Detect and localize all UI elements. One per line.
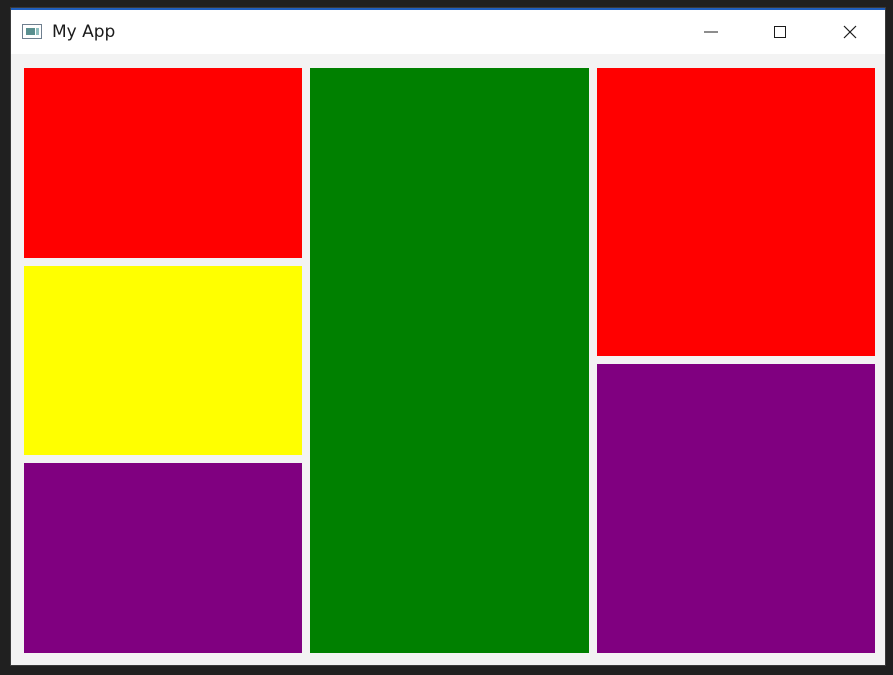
close-icon xyxy=(843,25,857,39)
left-bottom-panel xyxy=(24,463,302,653)
right-top-panel xyxy=(597,68,875,356)
left-top-panel xyxy=(24,68,302,258)
right-bottom-panel xyxy=(597,364,875,653)
content-area xyxy=(11,54,885,665)
close-button[interactable] xyxy=(816,10,884,54)
window-title: My App xyxy=(52,22,116,42)
left-middle-panel xyxy=(24,266,302,455)
maximize-icon xyxy=(774,26,786,38)
app-window-icon xyxy=(22,24,42,39)
minimize-icon xyxy=(704,31,718,33)
app-window: My App xyxy=(11,8,885,665)
minimize-button[interactable] xyxy=(677,10,745,54)
center-panel xyxy=(310,68,589,653)
maximize-button[interactable] xyxy=(746,10,814,54)
title-bar[interactable]: My App xyxy=(11,10,885,54)
